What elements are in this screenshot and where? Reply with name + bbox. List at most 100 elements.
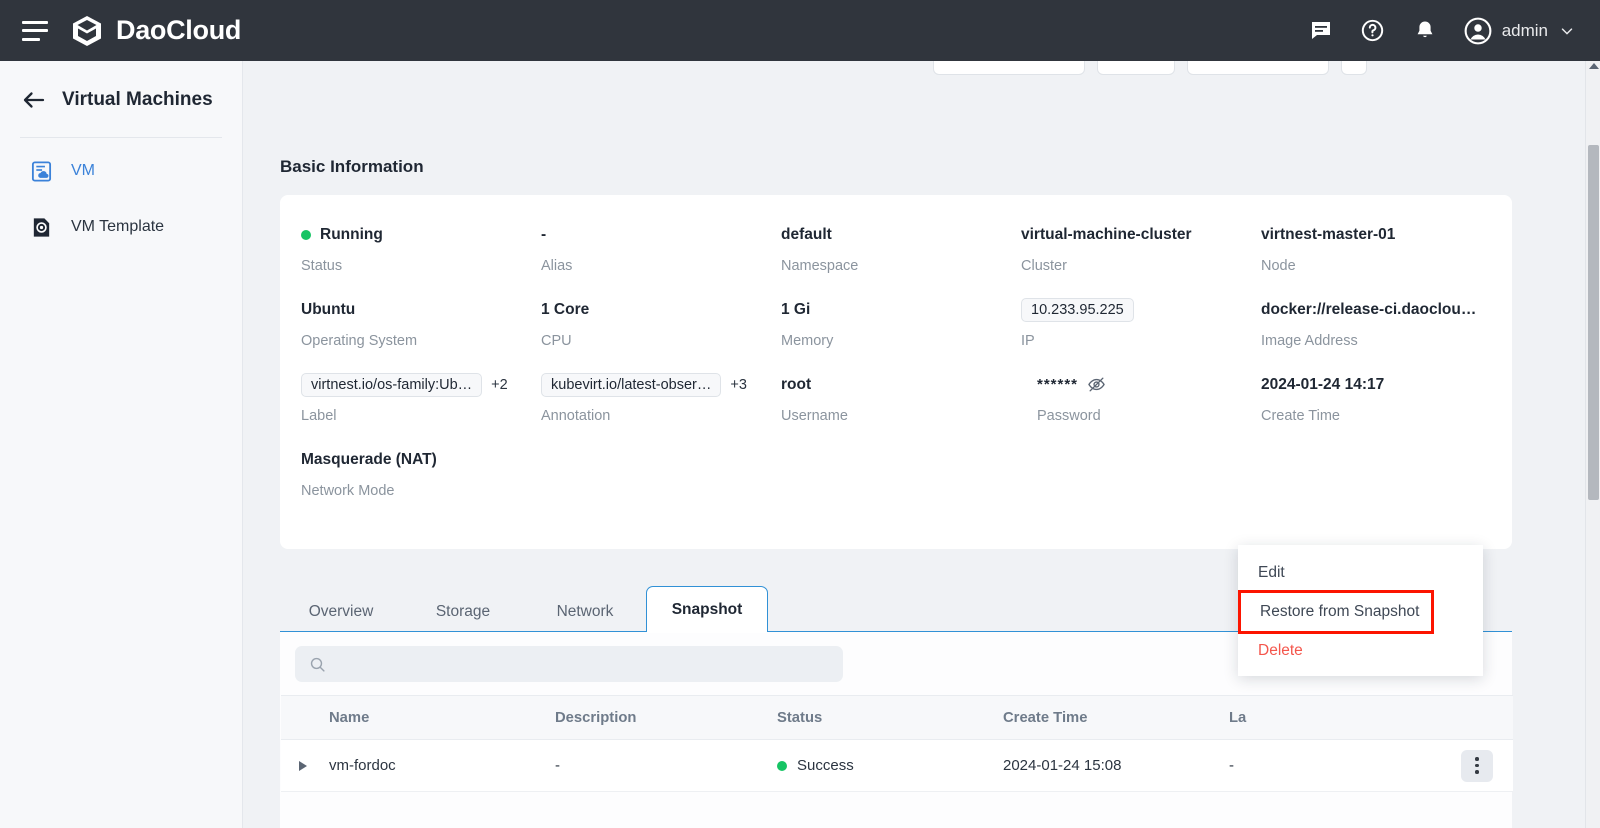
info-label: Create Time — [1261, 408, 1501, 424]
col-status[interactable]: Status — [777, 696, 1003, 740]
label-chip[interactable]: virtnest.io/os-family:Ub… — [301, 373, 482, 397]
ghost-button[interactable] — [1187, 61, 1329, 75]
info-label: Operating System — [301, 333, 541, 349]
info-field-namespace: default Namespace — [781, 221, 1021, 274]
cell-expand[interactable] — [281, 740, 329, 792]
cell-name[interactable]: vm-fordoc — [329, 740, 555, 792]
status-dot-icon — [777, 761, 787, 771]
info-field-network-mode: Masquerade (NAT) Network Mode — [301, 446, 547, 499]
info-value: Masquerade (NAT) — [301, 451, 437, 469]
ip-chip[interactable]: 10.233.95.225 — [1021, 298, 1134, 322]
info-field-image-address: docker://release-ci.daoclou… Image Addre… — [1261, 296, 1501, 349]
col-description[interactable]: Description — [555, 696, 777, 740]
sidebar: Virtual Machines VM VM Template — [0, 61, 243, 828]
page-title: Basic Information — [280, 157, 424, 177]
info-value: virtnest-master-01 — [1261, 226, 1395, 244]
info-row: virtnest.io/os-family:Ub… +2 Label kubev… — [301, 371, 1501, 424]
info-field-password: ****** Password — [1021, 371, 1261, 424]
info-value: 1 Core — [541, 301, 589, 319]
info-value: 2024-01-24 14:17 — [1261, 376, 1384, 394]
info-value: default — [781, 226, 832, 244]
info-label: Label — [301, 408, 541, 424]
help-icon[interactable] — [1360, 18, 1386, 44]
bell-icon[interactable] — [1412, 18, 1438, 44]
brand-logo[interactable]: DaoCloud — [70, 14, 241, 48]
info-value: docker://release-ci.daoclou… — [1261, 301, 1476, 319]
info-field-username: root Username — [781, 371, 1021, 424]
info-value: virtual-machine-cluster — [1021, 226, 1192, 244]
info-label: Node — [1261, 258, 1501, 274]
tab-network[interactable]: Network — [524, 590, 646, 632]
menu-item-edit[interactable]: Edit — [1238, 554, 1483, 592]
scrollbar-thumb[interactable] — [1588, 145, 1599, 500]
ghost-button[interactable] — [1097, 61, 1175, 75]
tab-label: Storage — [436, 603, 490, 621]
sidebar-item-vm[interactable]: VM — [16, 148, 226, 194]
col-last[interactable]: La — [1229, 696, 1455, 740]
info-field-memory: 1 Gi Memory — [781, 296, 1021, 349]
daocloud-logo-icon — [70, 14, 104, 48]
offscreen-content — [523, 824, 1223, 828]
info-value: - — [541, 226, 546, 244]
search-input[interactable] — [335, 656, 805, 672]
message-icon[interactable] — [1308, 18, 1334, 44]
search-bar[interactable] — [295, 646, 843, 682]
menu-item-label: Restore from Snapshot — [1260, 603, 1419, 621]
sidebar-item-label: VM Template — [71, 218, 164, 236]
info-field-annotation: kubevirt.io/latest-obser… +3 Annotation — [541, 371, 781, 424]
eye-off-icon[interactable] — [1087, 375, 1106, 394]
kebab-menu-icon[interactable] — [1461, 750, 1493, 782]
info-label: Password — [1037, 408, 1261, 424]
info-value: 1 Gi — [781, 301, 810, 319]
info-field-label: virtnest.io/os-family:Ub… +2 Label — [301, 371, 541, 424]
info-label: Username — [781, 408, 1021, 424]
tab-storage[interactable]: Storage — [402, 590, 524, 632]
caret-right-icon[interactable] — [299, 761, 307, 771]
cell-last: - — [1229, 740, 1455, 792]
sidebar-item-vm-template[interactable]: VM Template — [16, 204, 226, 250]
arrow-left-icon[interactable] — [22, 90, 46, 110]
ghost-button[interactable] — [933, 61, 1085, 75]
tab-label: Overview — [309, 603, 374, 621]
chevron-down-icon[interactable] — [1558, 22, 1576, 40]
table-row[interactable]: vm-fordoc - Success 2024-01-24 15:08 - — [281, 740, 1513, 792]
annotation-more-count[interactable]: +3 — [730, 377, 747, 393]
info-row: Ubuntu Operating System 1 Core CPU 1 Gi … — [301, 296, 1501, 349]
ghost-button[interactable] — [1341, 61, 1367, 75]
info-label: Alias — [541, 258, 781, 274]
tab-overview[interactable]: Overview — [280, 590, 402, 632]
info-field-alias: - Alias — [541, 221, 781, 274]
info-value: root — [781, 376, 811, 394]
sidebar-title: Virtual Machines — [62, 89, 213, 111]
info-label: Namespace — [781, 258, 1021, 274]
info-label: CPU — [541, 333, 781, 349]
cell-create-time: 2024-01-24 15:08 — [1003, 740, 1229, 792]
user-menu[interactable]: admin — [1464, 17, 1576, 45]
sidebar-back-header[interactable]: Virtual Machines — [0, 61, 242, 111]
scrolled-toolbar-buttons — [933, 61, 1367, 75]
tab-snapshot[interactable]: Snapshot — [646, 586, 768, 632]
col-create-time[interactable]: Create Time — [1003, 696, 1229, 740]
user-name: admin — [1502, 21, 1548, 41]
col-expand — [281, 696, 329, 740]
info-field-node: virtnest-master-01 Node — [1261, 221, 1501, 274]
info-field-create-time: 2024-01-24 14:17 Create Time — [1261, 371, 1501, 424]
info-field-ip: 10.233.95.225 IP — [1021, 296, 1261, 349]
status-dot-icon — [301, 230, 311, 240]
menu-item-delete[interactable]: Delete — [1238, 632, 1483, 670]
topbar-actions: admin — [1308, 17, 1600, 45]
avatar-icon — [1464, 17, 1492, 45]
info-label: Network Mode — [301, 483, 547, 499]
vertical-scrollbar[interactable] — [1585, 61, 1600, 828]
hamburger-icon[interactable] — [22, 21, 48, 41]
col-name[interactable]: Name — [329, 696, 555, 740]
basic-information-card: Running Status - Alias default Namespace… — [280, 195, 1512, 549]
sidebar-item-label: VM — [71, 162, 95, 180]
info-row: Running Status - Alias default Namespace… — [301, 221, 1501, 274]
brand-name: DaoCloud — [116, 15, 241, 46]
menu-item-restore-from-snapshot[interactable]: Restore from Snapshot — [1240, 592, 1432, 632]
annotation-chip[interactable]: kubevirt.io/latest-obser… — [541, 373, 721, 397]
label-more-count[interactable]: +2 — [491, 377, 508, 393]
info-field-operating-system: Ubuntu Operating System — [301, 296, 541, 349]
scroll-up-arrow-icon[interactable] — [1589, 63, 1599, 69]
